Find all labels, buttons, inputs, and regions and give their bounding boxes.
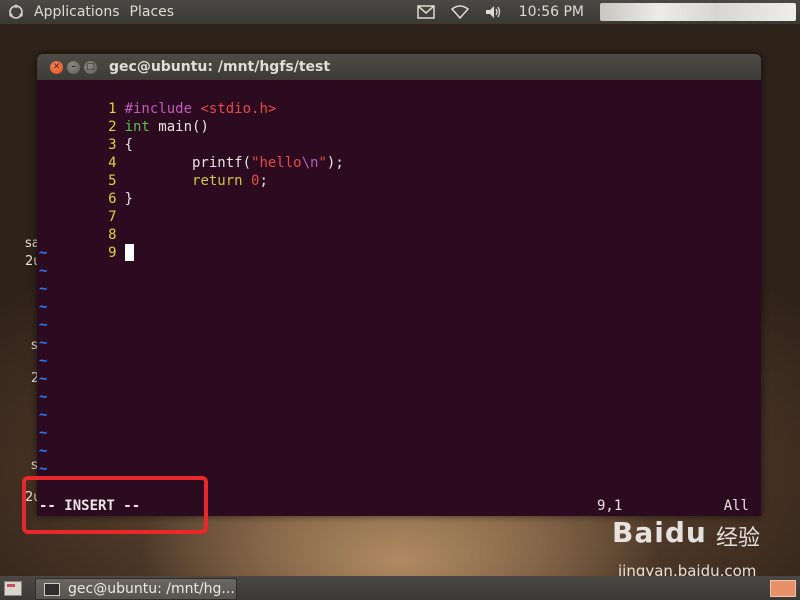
empty-line-tilde: ~: [39, 335, 48, 351]
minimize-button[interactable]: –: [67, 60, 80, 74]
terminal-window: ✕ – □ gec@ubuntu: /mnt/hgfs/test 1 #inclu…: [37, 54, 761, 516]
system-tray: 10:56 PM: [416, 0, 800, 24]
taskbar-item-terminal[interactable]: gec@ubuntu: /mnt/hg...: [35, 578, 237, 600]
empty-line-tilde: ~: [39, 281, 48, 297]
empty-line-tilde: ~: [39, 245, 48, 261]
watermark-logo: Baidu: [612, 516, 707, 549]
scroll-position: All: [723, 498, 749, 514]
code-line: 7: [37, 190, 116, 225]
empty-line-tilde: ~: [39, 371, 48, 387]
code-line: 8: [37, 208, 116, 243]
code-text: return 0;: [192, 173, 268, 189]
code-line: 4 printf("hello\n");: [37, 136, 344, 171]
empty-line-tilde: ~: [39, 263, 48, 279]
empty-line-tilde: ~: [39, 425, 48, 441]
bottom-taskbar: gec@ubuntu: /mnt/hg...: [0, 576, 800, 600]
empty-line-tilde: ~: [39, 299, 48, 315]
code-line: 2 int main(): [37, 100, 209, 135]
top-panel: Applications Places 10:56 PM: [0, 0, 800, 24]
code-line: 6}: [37, 172, 133, 207]
volume-icon[interactable]: [485, 5, 503, 19]
code-line: 1 #include <stdio.h>: [37, 82, 276, 117]
places-menu[interactable]: Places: [130, 4, 175, 20]
applications-menu[interactable]: Applications: [34, 4, 120, 20]
taskbar-item-label: gec@ubuntu: /mnt/hg...: [68, 581, 235, 597]
close-button[interactable]: ✕: [50, 60, 63, 74]
show-desktop-icon[interactable]: [4, 581, 22, 596]
empty-line-tilde: ~: [39, 407, 48, 423]
mail-icon[interactable]: [416, 5, 435, 19]
empty-line-tilde: ~: [39, 443, 48, 459]
wifi-icon[interactable]: [450, 5, 469, 19]
empty-line-tilde: ~: [39, 317, 48, 333]
highlight-annotation-box: [22, 476, 208, 534]
code-line: 5 return 0;: [37, 154, 268, 189]
terminal-icon: [44, 582, 60, 596]
code-line: 9: [37, 226, 134, 261]
watermark-cn-text: 经验: [716, 526, 761, 551]
ubuntu-logo-icon[interactable]: [8, 4, 24, 20]
window-title: gec@ubuntu: /mnt/hgfs/test: [109, 59, 331, 75]
text-cursor: [124, 244, 134, 261]
cursor-position: 9,1: [597, 498, 623, 514]
maximize-button[interactable]: □: [84, 60, 97, 74]
code-line: 3{: [37, 118, 133, 153]
line-number: 9: [108, 245, 117, 261]
empty-line-tilde: ~: [39, 353, 48, 369]
code-text: }: [124, 191, 134, 207]
window-title-bar[interactable]: ✕ – □ gec@ubuntu: /mnt/hgfs/test: [37, 54, 761, 80]
vim-editor[interactable]: 1 #include <stdio.h> 2 int main() 3{ 4 pri…: [37, 80, 761, 516]
empty-line-tilde: ~: [39, 389, 48, 405]
clock[interactable]: 10:56 PM: [519, 4, 584, 20]
blurred-tray-area: [600, 3, 796, 21]
workspace-switcher[interactable]: [770, 580, 796, 597]
